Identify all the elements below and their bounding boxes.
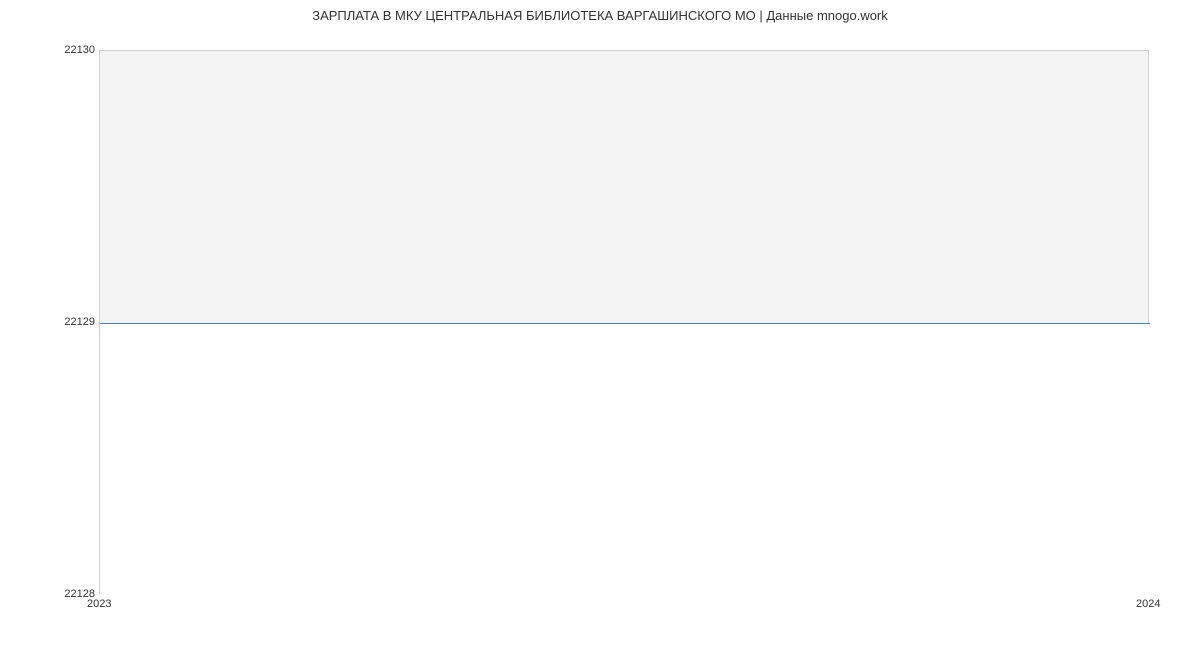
x-tick-label: 2023 [87, 598, 111, 610]
chart-title: ЗАРПЛАТА В МКУ ЦЕНТРАЛЬНАЯ БИБЛИОТЕКА ВА… [0, 8, 1200, 23]
y-tick-label: 22130 [64, 44, 95, 56]
area-fill [100, 323, 1150, 595]
y-tick-label: 22129 [64, 316, 95, 328]
data-line [100, 323, 1150, 325]
plot-area [99, 50, 1149, 594]
x-tick-label: 2024 [1136, 598, 1160, 610]
